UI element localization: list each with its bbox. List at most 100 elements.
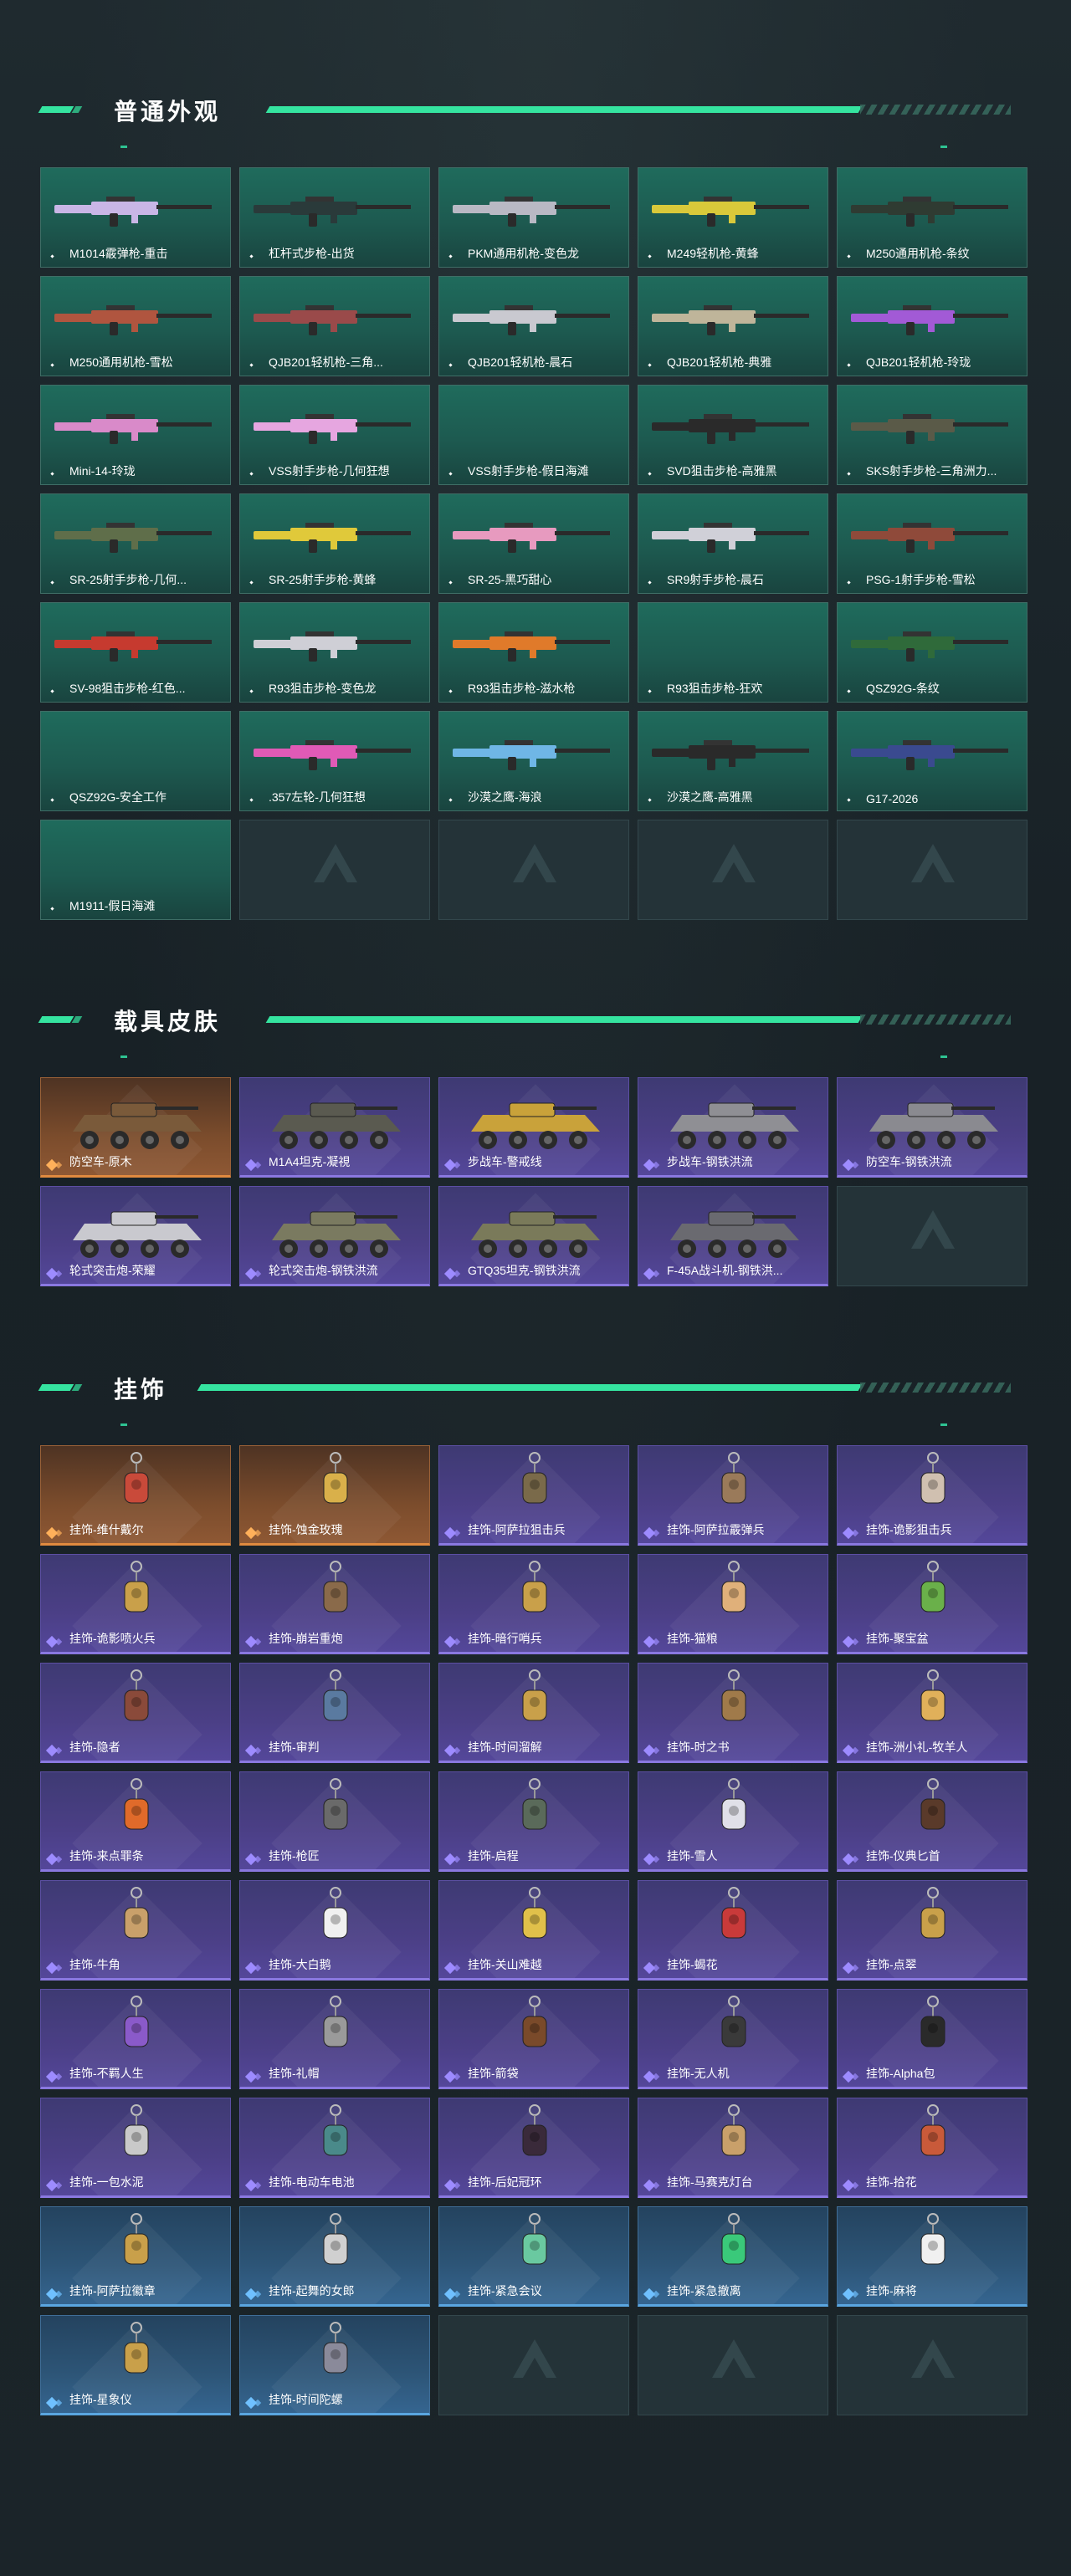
- weapon-card[interactable]: M249轻机枪-黄蜂: [638, 167, 828, 268]
- weapon-card[interactable]: R93狙击步枪-滋水枪: [438, 602, 629, 703]
- weapon-card[interactable]: R93狙击步枪-狂欢: [638, 602, 828, 703]
- charm-card[interactable]: 挂饰-蝎花: [638, 1880, 828, 1981]
- weapon-card[interactable]: M1911-假日海滩: [40, 820, 231, 920]
- weapon-card[interactable]: G17-2026: [837, 711, 1027, 811]
- weapon-card[interactable]: SVD狙击步枪-高雅黑: [638, 385, 828, 485]
- rarity-icon: [453, 1270, 461, 1278]
- charm-card[interactable]: 挂饰-诡影狙击兵: [837, 1445, 1027, 1546]
- charm-card[interactable]: 挂饰-崩岩重炮: [239, 1554, 430, 1654]
- weapon-card[interactable]: M1014霰弹枪-重击: [40, 167, 231, 268]
- charm-card[interactable]: 挂饰-阿萨拉狙击兵: [438, 1445, 629, 1546]
- weapon-card[interactable]: PSG-1射手步枪-雪松: [837, 493, 1027, 594]
- game-logo-icon: [921, 1229, 945, 1249]
- weapon-card[interactable]: SR-25-黑巧甜心: [438, 493, 629, 594]
- vehicle-card[interactable]: F-45A战斗机-钢铁洪...: [638, 1186, 828, 1286]
- charm-card[interactable]: 挂饰-启程: [438, 1771, 629, 1872]
- weapon-card[interactable]: QJB201轻机枪-典雅: [638, 276, 828, 376]
- charm-card[interactable]: 挂饰-审判: [239, 1663, 430, 1763]
- charm-card[interactable]: 挂饰-点翠: [837, 1880, 1027, 1981]
- weapon-card[interactable]: 沙漠之鹰-海浪: [438, 711, 629, 811]
- weapon-card[interactable]: VSS射手步枪-假日海滩: [438, 385, 629, 485]
- charm-card[interactable]: 挂饰-紧急会议: [438, 2206, 629, 2307]
- weapon-card[interactable]: SKS射手步枪-三角洲力...: [837, 385, 1027, 485]
- charm-card[interactable]: 挂饰-礼帽: [239, 1989, 430, 2089]
- empty-slot: [438, 2315, 629, 2415]
- charm-card[interactable]: 挂饰-电动车电池: [239, 2098, 430, 2198]
- weapon-name: 杠杆式步枪-出货: [269, 247, 355, 260]
- vehicle-card[interactable]: M1A4坦克-凝視: [239, 1077, 430, 1178]
- weapon-card[interactable]: Mini-14-玲珑: [40, 385, 231, 485]
- charm-card[interactable]: 挂饰-后妃冠环: [438, 2098, 629, 2198]
- weapon-card[interactable]: M250通用机枪-条纹: [837, 167, 1027, 268]
- weapon-card[interactable]: SV-98狙击步枪-红色...: [40, 602, 231, 703]
- charm-card[interactable]: 挂饰-一包水泥: [40, 2098, 231, 2198]
- charm-card[interactable]: 挂饰-大白鹅: [239, 1880, 430, 1981]
- weapon-card[interactable]: SR-25射手步枪-几何...: [40, 493, 231, 594]
- charm-card[interactable]: 挂饰-隐者: [40, 1663, 231, 1763]
- weapon-card[interactable]: .357左轮-几何狂想: [239, 711, 430, 811]
- charm-card[interactable]: 挂饰-仪典匕首: [837, 1771, 1027, 1872]
- weapon-card[interactable]: QJB201轻机枪-玲珑: [837, 276, 1027, 376]
- empty-slot: [239, 820, 430, 920]
- charm-card[interactable]: 挂饰-阿萨拉霰弹兵: [638, 1445, 828, 1546]
- charm-card[interactable]: 挂饰-维什戴尔: [40, 1445, 231, 1546]
- charm-card[interactable]: 挂饰-洲小礼-牧羊人: [837, 1663, 1027, 1763]
- vehicle-card[interactable]: GTQ35坦克-钢铁洪流: [438, 1186, 629, 1286]
- rarity-icon: [254, 1161, 262, 1169]
- weapon-image: [652, 523, 809, 553]
- vehicle-card[interactable]: 防空车-原木: [40, 1077, 231, 1178]
- vehicle-card[interactable]: 轮式突击炮-荣耀: [40, 1186, 231, 1286]
- charm-card[interactable]: 挂饰-枪匠: [239, 1771, 430, 1872]
- weapon-card[interactable]: SR9射手步枪-晨石: [638, 493, 828, 594]
- charm-card[interactable]: 挂饰-箭袋: [438, 1989, 629, 2089]
- vehicle-card[interactable]: 步战车-钢铁洪流: [638, 1077, 828, 1178]
- charm-card[interactable]: 挂饰-猫粮: [638, 1554, 828, 1654]
- charm-card[interactable]: 挂饰-阿萨拉徽章: [40, 2206, 231, 2307]
- charm-card[interactable]: 挂饰-起舞的女郎: [239, 2206, 430, 2307]
- vehicle-image: [869, 1102, 998, 1149]
- charm-card[interactable]: 挂饰-麻将: [837, 2206, 1027, 2307]
- weapon-card[interactable]: QJB201轻机枪-晨石: [438, 276, 629, 376]
- charm-card[interactable]: 挂饰-暗行哨兵: [438, 1554, 629, 1654]
- weapon-card[interactable]: QSZ92G-条纹: [837, 602, 1027, 703]
- charm-card[interactable]: 挂饰-Alpha包: [837, 1989, 1027, 2089]
- rarity-icon: [648, 580, 652, 585]
- charm-card[interactable]: 挂饰-雪人: [638, 1771, 828, 1872]
- charm-card[interactable]: 挂饰-时间溜解: [438, 1663, 629, 1763]
- vehicle-card[interactable]: 步战车-警戒线: [438, 1077, 629, 1178]
- weapon-card[interactable]: 沙漠之鹰-高雅黑: [638, 711, 828, 811]
- weapon-card[interactable]: 杠杆式步枪-出货: [239, 167, 430, 268]
- weapon-card[interactable]: R93狙击步枪-变色龙: [239, 602, 430, 703]
- weapon-image: [652, 197, 809, 227]
- charm-card[interactable]: 挂饰-时之书: [638, 1663, 828, 1763]
- weapon-card[interactable]: QJB201轻机枪-三角...: [239, 276, 430, 376]
- charm-card[interactable]: 挂饰-蚀金玫瑰: [239, 1445, 430, 1546]
- weapon-card[interactable]: VSS射手步枪-几何狂想: [239, 385, 430, 485]
- rarity-icon: [50, 254, 54, 258]
- rarity-icon: [249, 689, 254, 693]
- header-stripes: [860, 105, 1011, 115]
- charm-card[interactable]: 挂饰-聚宝盆: [837, 1554, 1027, 1654]
- charm-card[interactable]: 挂饰-紧急撤离: [638, 2206, 828, 2307]
- charm-card[interactable]: 挂饰-诡影喷火兵: [40, 1554, 231, 1654]
- weapon-card[interactable]: QSZ92G-安全工作: [40, 711, 231, 811]
- weapon-card[interactable]: PKM通用机枪-变色龙: [438, 167, 629, 268]
- charm-card[interactable]: 挂饰-星象仪: [40, 2315, 231, 2415]
- charm-card[interactable]: 挂饰-不羁人生: [40, 1989, 231, 2089]
- charm-card[interactable]: 挂饰-无人机: [638, 1989, 828, 2089]
- charm-card[interactable]: 挂饰-关山难越: [438, 1880, 629, 1981]
- vehicle-card[interactable]: 防空车-钢铁洪流: [837, 1077, 1027, 1178]
- charm-card[interactable]: 挂饰-来点罪条: [40, 1771, 231, 1872]
- weapon-card[interactable]: SR-25射手步枪-黄蜂: [239, 493, 430, 594]
- rarity-icon: [254, 1270, 262, 1278]
- weapon-card[interactable]: M250通用机枪-雪松: [40, 276, 231, 376]
- rarity-icon: [847, 689, 851, 693]
- rarity-icon: [54, 1855, 63, 1863]
- charm-name: 挂饰-紧急会议: [468, 2284, 542, 2297]
- charm-card[interactable]: 挂饰-牛角: [40, 1880, 231, 1981]
- vehicle-card[interactable]: 轮式突击炮-钢铁洪流: [239, 1186, 430, 1286]
- charm-card[interactable]: 挂饰-拾花: [837, 2098, 1027, 2198]
- charm-card[interactable]: 挂饰-马赛克灯台: [638, 2098, 828, 2198]
- rarity-icon: [851, 2181, 859, 2190]
- charm-card[interactable]: 挂饰-时间陀螺: [239, 2315, 430, 2415]
